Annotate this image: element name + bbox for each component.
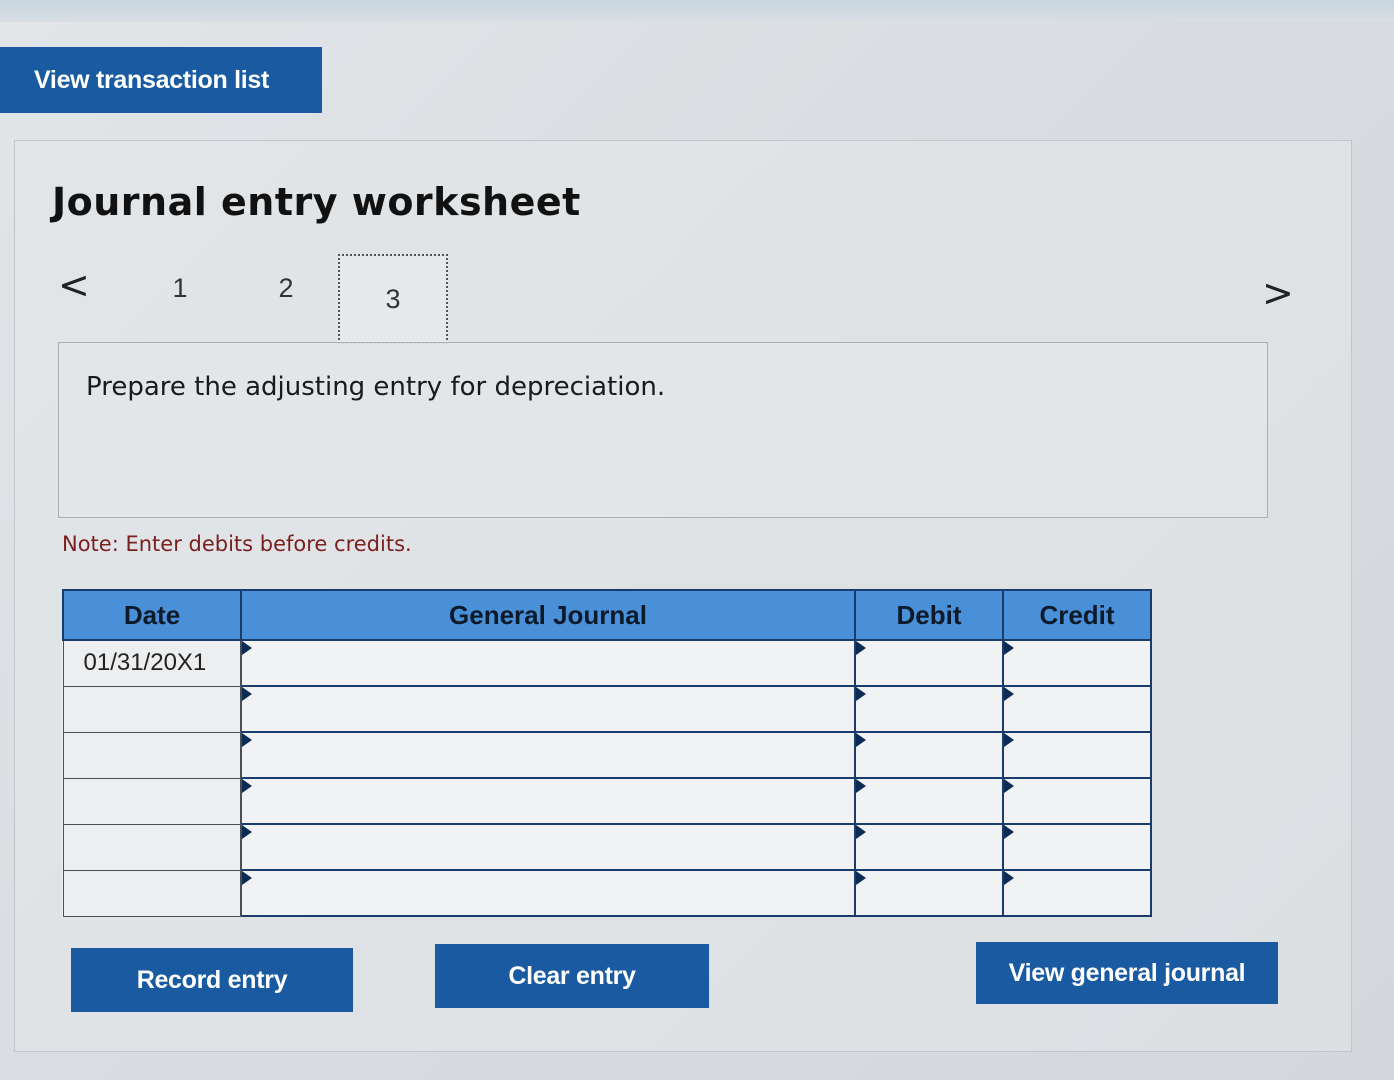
account-cell [240,869,856,917]
journal-table: Date General Journal Debit Credit 01/31/… [62,589,1152,917]
debit-cell [854,869,1004,917]
step-tab-3-active[interactable]: 3 [338,254,448,344]
account-input[interactable] [242,733,854,777]
debit-cell [854,639,1004,687]
credit-column-header: Credit [1002,589,1152,641]
top-strip [0,0,1394,22]
credit-input[interactable] [1004,641,1150,685]
credit-input[interactable] [1004,687,1150,731]
date-cell [62,823,242,871]
credit-input[interactable] [1004,825,1150,869]
credit-input[interactable] [1004,871,1150,915]
debit-input[interactable] [856,825,1002,869]
account-input[interactable] [242,687,854,731]
account-cell [240,685,856,733]
journal-header-row: Date General Journal Debit Credit [62,589,1152,641]
view-transaction-list-button[interactable]: View transaction list [0,47,322,113]
account-cell [240,823,856,871]
table-row [62,685,1152,733]
date-cell [62,685,242,733]
credit-cell [1002,639,1152,687]
debit-input[interactable] [856,871,1002,915]
step-tab-2[interactable]: 2 [266,266,306,310]
credit-cell [1002,731,1152,779]
credit-cell [1002,869,1152,917]
debit-cell [854,823,1004,871]
debit-cell [854,685,1004,733]
debit-column-header: Debit [854,589,1004,641]
account-input[interactable] [242,779,854,823]
table-row [62,731,1152,779]
date-column-header: Date [62,589,242,641]
table-row [62,869,1152,917]
account-input[interactable] [242,871,854,915]
debit-cell [854,731,1004,779]
credit-input[interactable] [1004,733,1150,777]
table-row: 01/31/20X1 [62,639,1152,687]
prev-step-arrow-icon[interactable]: < [58,266,90,304]
table-row [62,823,1152,871]
account-cell [240,639,856,687]
general-journal-column-header: General Journal [240,589,856,641]
debit-input[interactable] [856,779,1002,823]
account-cell [240,731,856,779]
table-row [62,777,1152,825]
step-tab-1[interactable]: 1 [160,266,200,310]
page: View transaction list Journal entry work… [0,0,1394,1080]
instruction-box [58,342,1268,518]
date-cell [62,869,242,917]
credit-cell [1002,823,1152,871]
debit-input[interactable] [856,733,1002,777]
worksheet-title: Journal entry worksheet [52,180,581,224]
journal-body: 01/31/20X1 [62,639,1152,917]
credit-cell [1002,777,1152,825]
credit-input[interactable] [1004,779,1150,823]
clear-entry-button[interactable]: Clear entry [435,944,709,1008]
debit-cell [854,777,1004,825]
view-general-journal-button[interactable]: View general journal [976,942,1278,1004]
instruction-text: Prepare the adjusting entry for deprecia… [86,372,666,402]
record-entry-button[interactable]: Record entry [71,948,353,1012]
account-input[interactable] [242,825,854,869]
date-cell [62,731,242,779]
note-text: Note: Enter debits before credits. [62,532,412,556]
date-cell [62,777,242,825]
next-step-arrow-icon[interactable]: > [1262,274,1294,312]
debit-input[interactable] [856,687,1002,731]
credit-cell [1002,685,1152,733]
account-input[interactable] [242,641,854,685]
debit-input[interactable] [856,641,1002,685]
date-cell: 01/31/20X1 [62,639,242,687]
account-cell [240,777,856,825]
